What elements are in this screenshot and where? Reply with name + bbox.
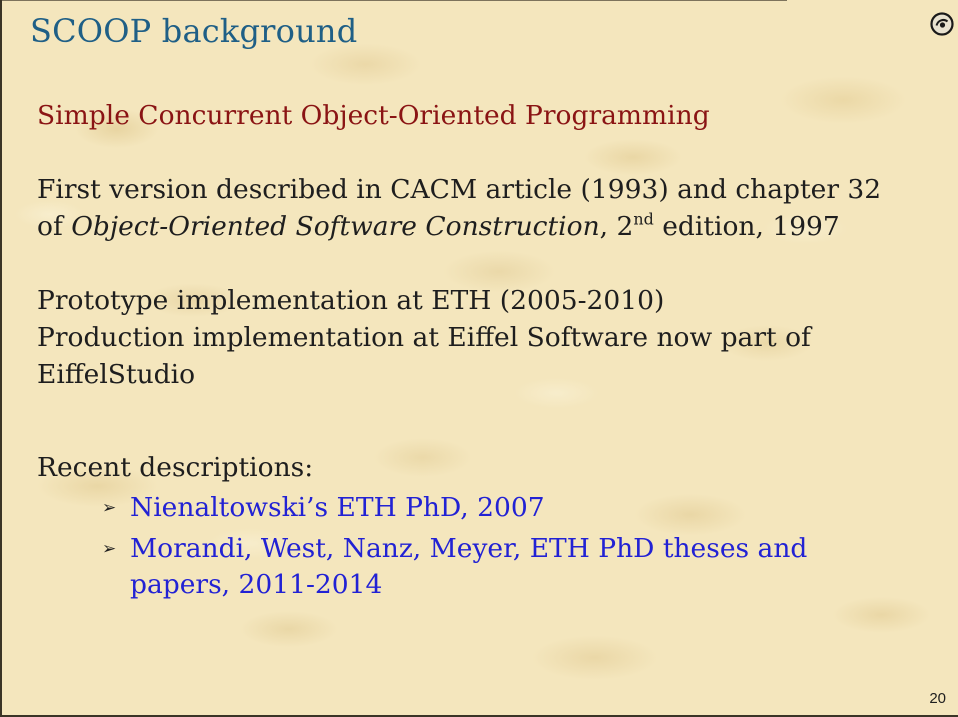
- first-version-line-2-pre: of: [37, 211, 72, 242]
- implementation-paragraph: Prototype implementation at ETH (2005-20…: [37, 282, 908, 393]
- recent-descriptions-heading: Recent descriptions:: [37, 452, 314, 483]
- list-item: ➢ Morandi, West, Nanz, Meyer, ETH PhD th…: [102, 531, 908, 603]
- slide: SCOOP background Simple Concurrent Objec…: [0, 0, 958, 717]
- book-title: Object-Oriented Software Construction: [71, 211, 600, 242]
- list-item: ➢ Nienaltowski’s ETH PhD, 2007: [102, 490, 908, 526]
- slide-content: Simple Concurrent Object-Oriented Progra…: [37, 97, 908, 608]
- recent-descriptions-list: ➢ Nienaltowski’s ETH PhD, 2007 ➢ Morandi…: [37, 490, 908, 603]
- list-item-text: Morandi, West, Nanz, Meyer, ETH PhD thes…: [130, 533, 808, 600]
- first-version-paragraph: First version described in CACM article …: [37, 171, 908, 245]
- prototype-line: Prototype implementation at ETH (2005-20…: [37, 285, 665, 316]
- arrow-bullet-icon: ➢: [102, 539, 117, 559]
- page-number: 20: [929, 690, 946, 707]
- first-version-line-2-mid: , 2: [599, 211, 634, 242]
- edition-suffix: nd: [633, 209, 654, 229]
- slide-subtitle: Simple Concurrent Object-Oriented Progra…: [37, 100, 710, 131]
- first-version-line-1: First version described in CACM article …: [37, 174, 882, 205]
- slide-title: SCOOP background: [30, 12, 358, 50]
- title-rule: [2, 0, 787, 1]
- arrow-bullet-icon: ➢: [102, 498, 117, 518]
- eiffelstudio-line: EiffelStudio: [37, 359, 196, 390]
- eiffel-logo-icon: [930, 12, 954, 36]
- list-item-text: Nienaltowski’s ETH PhD, 2007: [130, 492, 545, 523]
- production-line: Production implementation at Eiffel Soft…: [37, 322, 811, 353]
- first-version-line-2-post: edition, 1997: [653, 211, 840, 242]
